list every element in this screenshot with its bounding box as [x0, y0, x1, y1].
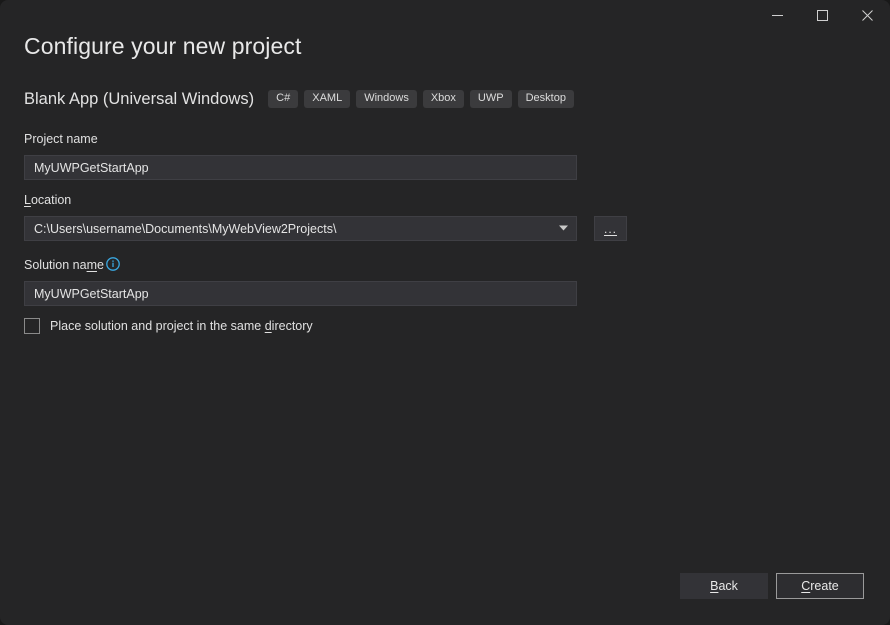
template-summary: Blank App (Universal Windows) C# XAML Wi…: [24, 88, 574, 110]
location-combobox[interactable]: C:\Users\username\Documents\MyWebView2Pr…: [24, 216, 577, 241]
same-directory-label: Place solution and project in the same d…: [50, 319, 313, 333]
project-name-label: Project name: [24, 132, 98, 146]
project-name-value: MyUWPGetStartApp: [34, 161, 149, 175]
create-button[interactable]: Create: [776, 573, 864, 599]
template-tag: Windows: [356, 90, 417, 108]
page-title: Configure your new project: [24, 33, 301, 60]
info-icon[interactable]: [106, 257, 120, 271]
ellipsis-icon: ...: [604, 222, 617, 236]
template-name: Blank App (Universal Windows): [24, 90, 254, 109]
same-directory-checkbox-row[interactable]: Place solution and project in the same d…: [24, 318, 313, 334]
create-button-label: Create: [801, 579, 839, 593]
template-tag: UWP: [470, 90, 512, 108]
same-directory-checkbox[interactable]: [24, 318, 40, 334]
solution-name-input[interactable]: MyUWPGetStartApp: [24, 281, 577, 306]
minimize-icon: [772, 10, 783, 21]
solution-name-value: MyUWPGetStartApp: [34, 287, 149, 301]
location-value: C:\Users\username\Documents\MyWebView2Pr…: [34, 222, 336, 236]
location-label: Location: [24, 193, 71, 207]
template-tag-list: C# XAML Windows Xbox UWP Desktop: [268, 90, 574, 108]
template-tag: Desktop: [518, 90, 574, 108]
minimize-button[interactable]: [755, 0, 800, 30]
project-name-input[interactable]: MyUWPGetStartApp: [24, 155, 577, 180]
browse-location-button[interactable]: ...: [594, 216, 627, 241]
back-button[interactable]: Back: [680, 573, 768, 599]
chevron-down-icon[interactable]: [559, 224, 568, 233]
template-tag: XAML: [304, 90, 350, 108]
template-tag: C#: [268, 90, 298, 108]
close-icon: [862, 10, 873, 21]
back-button-label: Back: [710, 579, 738, 593]
close-button[interactable]: [845, 0, 890, 30]
solution-name-label: Solution name: [24, 258, 104, 272]
window-titlebar: [0, 0, 890, 30]
maximize-icon: [817, 10, 828, 21]
maximize-button[interactable]: [800, 0, 845, 30]
template-tag: Xbox: [423, 90, 464, 108]
configure-project-dialog: Configure your new project Blank App (Un…: [0, 0, 890, 625]
